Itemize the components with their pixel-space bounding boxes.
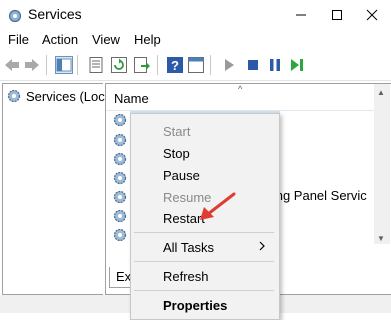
scroll-down-icon[interactable]: ▼ [377,234,385,243]
menu-item-start: Start [163,124,191,139]
service-gear-icon [113,209,127,223]
start-service-icon[interactable] [220,56,238,74]
tree-item-label: Services (Loca [26,88,112,104]
scroll-up-icon[interactable]: ▲ [377,88,385,97]
sort-ascending-icon: ^ [238,84,243,94]
refresh-icon[interactable] [110,56,128,74]
stop-service-icon[interactable] [244,56,262,74]
column-header-label: Name [114,91,149,106]
show-hide-tree-icon[interactable] [55,56,73,74]
annotation-arrow-icon [200,192,236,220]
service-gear-icon [113,228,127,242]
menu-item-pause[interactable]: Pause [163,168,200,183]
close-button[interactable] [349,0,391,30]
gear-icon [8,9,22,23]
menu-action[interactable]: Action [42,32,78,47]
help-icon[interactable]: ? [166,56,184,74]
service-gear-icon [113,171,127,185]
export-list-icon[interactable] [133,56,151,74]
service-gear-icon [113,133,127,147]
maximize-icon [332,10,342,20]
properties-icon[interactable] [87,56,105,74]
menu-separator [134,261,274,262]
svg-text:?: ? [171,58,179,73]
menu-view[interactable]: View [92,32,120,47]
restart-service-icon[interactable] [288,56,306,74]
vertical-scrollbar[interactable] [374,84,390,244]
toolbar-separator [210,55,211,75]
menu-item-properties[interactable]: Properties [163,298,227,313]
menu-file[interactable]: File [8,32,29,47]
service-gear-icon [113,152,127,166]
back-arrow-icon[interactable] [3,56,21,74]
service-gear-icon [113,113,127,127]
gear-icon [7,89,21,103]
menu-item-stop[interactable]: Stop [163,146,190,161]
pause-service-icon[interactable] [266,56,284,74]
minimize-icon [296,14,306,16]
menu-separator [134,290,274,291]
toolbar-separator [157,55,158,75]
toolbar-separator [46,55,47,75]
console-window-icon[interactable] [187,56,205,74]
window-title: Services [28,6,82,22]
tab-extended-label: Ex [116,269,132,284]
chevron-right-icon [259,241,265,251]
tree-item-services[interactable]: Services (Loca [6,87,112,105]
menu-item-refresh[interactable]: Refresh [163,269,209,284]
menu-help[interactable]: Help [134,32,161,47]
forward-arrow-icon[interactable] [23,56,41,74]
toolbar-separator [77,55,78,75]
menu-separator [134,232,274,233]
tree-pane [2,83,103,295]
menu-item-all-tasks[interactable]: All Tasks [163,240,214,255]
service-gear-icon [113,190,127,204]
close-icon [366,9,378,21]
